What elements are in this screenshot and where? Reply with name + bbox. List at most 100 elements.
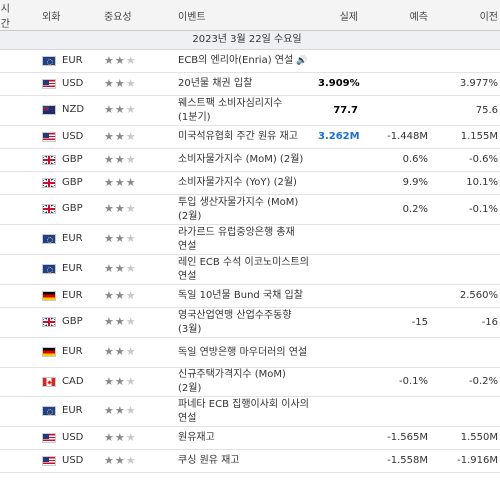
event-name[interactable]: ECB의 엔리아(Enria) 연설 🔊 bbox=[174, 49, 314, 73]
event-currency: EUR bbox=[14, 49, 100, 73]
event-name-text[interactable]: 영국산업연맹 산업수주동향 (3월) bbox=[178, 310, 292, 335]
event-row[interactable]: 0GBP★★★투입 생산자물가지수 (MoM) (2월)0.2%-0.1% bbox=[0, 194, 500, 225]
event-row[interactable]: 0GBP★★★소비자물가지수 (YoY) (2월)9.9%10.1% bbox=[0, 171, 500, 195]
event-importance: ★★★ bbox=[100, 148, 174, 172]
event-importance: ★★★ bbox=[100, 194, 174, 225]
event-row[interactable]: 0USD★★★쿠싱 원유 재고-1.558M-1.916M bbox=[0, 449, 500, 473]
importance-stars: ★★★ bbox=[104, 345, 137, 358]
importance-stars: ★★★ bbox=[104, 103, 137, 116]
star-icon: ★ bbox=[104, 76, 115, 90]
event-row[interactable]: 0USD★★★20년물 채권 입찰3.909%3.977% bbox=[0, 72, 500, 96]
event-name[interactable]: 원유재고 bbox=[174, 426, 314, 450]
header-previous[interactable]: 이전 bbox=[432, 0, 500, 31]
star-icon: ★ bbox=[114, 175, 126, 189]
event-row[interactable]: 0EUR★★★독일 10년물 Bund 국채 입찰2.560% bbox=[0, 284, 500, 308]
star-icon: ★ bbox=[125, 129, 137, 143]
event-name-text[interactable]: 파네타 ECB 집행이사회 이사의 연설 bbox=[178, 399, 309, 424]
header-importance[interactable]: 중요성 bbox=[100, 0, 174, 31]
header-actual[interactable]: 실제 bbox=[314, 0, 362, 31]
event-name[interactable]: 독일 10년물 Bund 국채 입찰 bbox=[174, 284, 314, 308]
event-forecast bbox=[362, 254, 432, 285]
deu-flag-icon bbox=[42, 290, 56, 301]
event-actual bbox=[314, 367, 362, 397]
event-row[interactable]: 0GBP★★★영국산업연맹 산업수주동향 (3월)-15-16 bbox=[0, 307, 500, 338]
event-actual bbox=[314, 396, 362, 427]
event-row[interactable]: 5EUR★★★라가르드 유럽중앙은행 총재 연설 bbox=[0, 224, 500, 255]
event-row[interactable]: 0EUR★★★ECB의 엔리아(Enria) 연설🔊 bbox=[0, 49, 500, 73]
importance-stars: ★★★ bbox=[104, 262, 137, 275]
event-previous: -1.916M bbox=[432, 449, 500, 473]
gbp-flag-icon bbox=[42, 317, 56, 327]
currency-code: GBP bbox=[62, 316, 83, 327]
star-icon: ★ bbox=[114, 53, 126, 67]
event-currency: USD bbox=[14, 125, 100, 149]
event-importance: ★★★ bbox=[100, 426, 174, 450]
header-currency[interactable]: 외화 bbox=[14, 0, 100, 31]
star-icon: ★ bbox=[104, 374, 115, 388]
event-name[interactable]: 신규주택가격지수 (MoM) (2월) bbox=[174, 367, 314, 397]
event-name-text[interactable]: 20년물 채권 입찰 bbox=[178, 78, 252, 89]
event-name[interactable]: 웨스트팩 소비자심리지수 (1분기) bbox=[174, 95, 314, 126]
star-icon: ★ bbox=[114, 345, 126, 358]
event-actual bbox=[314, 449, 362, 473]
event-name[interactable]: 소비자물가지수 (YoY) (2월) bbox=[174, 171, 314, 195]
header-time[interactable]: 시간 bbox=[0, 0, 14, 31]
event-time: 0 bbox=[0, 449, 14, 473]
star-icon: ★ bbox=[125, 315, 137, 328]
cad-flag-icon bbox=[42, 376, 56, 387]
star-icon: ★ bbox=[114, 404, 126, 417]
event-forecast bbox=[362, 95, 432, 126]
importance-stars: ★★★ bbox=[104, 375, 137, 388]
star-icon: ★ bbox=[104, 232, 115, 245]
event-name[interactable]: 20년물 채권 입찰 bbox=[174, 72, 314, 96]
event-time: 0 bbox=[0, 125, 14, 149]
event-name-text[interactable]: 투입 생산자물가지수 (MoM) (2월) bbox=[178, 197, 298, 222]
event-name[interactable]: 영국산업연맹 산업수주동향 (3월) bbox=[174, 307, 314, 338]
event-row[interactable]: 5EUR★★★파네타 ECB 집행이사회 이사의 연설 bbox=[0, 396, 500, 427]
event-name[interactable]: 소비자물가지수 (MoM) (2월) bbox=[174, 148, 314, 172]
event-actual bbox=[314, 224, 362, 255]
event-name-text[interactable]: 소비자물가지수 (MoM) (2월) bbox=[178, 154, 303, 165]
event-actual bbox=[314, 284, 362, 308]
event-forecast bbox=[362, 337, 432, 368]
event-name-text[interactable]: 미국석유협회 주간 원유 재고 bbox=[178, 131, 298, 142]
star-icon: ★ bbox=[125, 262, 137, 275]
event-previous: -0.6% bbox=[432, 148, 500, 172]
event-row[interactable]: 0NZD★★★웨스트팩 소비자심리지수 (1분기)77.775.6 bbox=[0, 95, 500, 126]
event-time: 5 bbox=[0, 337, 14, 368]
event-name[interactable]: 투입 생산자물가지수 (MoM) (2월) bbox=[174, 194, 314, 225]
currency-code: EUR bbox=[62, 346, 83, 357]
event-name-text[interactable]: 웨스트팩 소비자심리지수 (1분기) bbox=[178, 98, 282, 123]
header-forecast[interactable]: 예측 bbox=[362, 0, 432, 31]
event-name[interactable]: 라가르드 유럽중앙은행 총재 연설 bbox=[174, 224, 314, 255]
event-name-text[interactable]: 레인 ECB 수석 이코노미스트의 연설 bbox=[178, 257, 309, 282]
event-name[interactable]: 독일 연방은행 마우더러의 연설 bbox=[174, 337, 314, 368]
event-time: 5 bbox=[0, 396, 14, 427]
event-name[interactable]: 파네타 ECB 집행이사회 이사의 연설 bbox=[174, 396, 314, 427]
event-row[interactable]: 0CAD★★★신규주택가격지수 (MoM) (2월)-0.1%-0.2% bbox=[0, 367, 500, 397]
event-name-text[interactable]: ECB의 엔리아(Enria) 연설 bbox=[178, 55, 293, 66]
event-row[interactable]: 0USD★★★미국석유협회 주간 원유 재고3.262M-1.448M1.155… bbox=[0, 125, 500, 149]
star-icon: ★ bbox=[114, 103, 126, 116]
event-name-text[interactable]: 신규주택가격지수 (MoM) (2월) bbox=[178, 369, 286, 394]
event-name-text[interactable]: 쿠싱 원유 재고 bbox=[178, 455, 240, 466]
event-row[interactable]: 0USD★★★원유재고-1.565M1.550M bbox=[0, 426, 500, 450]
event-name-text[interactable]: 독일 연방은행 마우더러의 연설 bbox=[178, 347, 307, 358]
event-name[interactable]: 미국석유협회 주간 원유 재고 bbox=[174, 125, 314, 149]
currency-code: EUR bbox=[62, 289, 83, 301]
header-event[interactable]: 이벤트 bbox=[174, 0, 314, 31]
currency-code: CAD bbox=[62, 375, 84, 387]
event-name[interactable]: 쿠싱 원유 재고 bbox=[174, 449, 314, 473]
event-name-text[interactable]: 독일 10년물 Bund 국채 입찰 bbox=[178, 290, 303, 301]
event-row[interactable]: 0GBP★★★소비자물가지수 (MoM) (2월)0.6%-0.6% bbox=[0, 148, 500, 172]
event-previous bbox=[432, 254, 500, 285]
event-name-text[interactable]: 소비자물가지수 (YoY) (2월) bbox=[178, 177, 297, 188]
event-name-text[interactable]: 라가르드 유럽중앙은행 총재 연설 bbox=[178, 227, 295, 252]
event-actual bbox=[314, 254, 362, 285]
event-row[interactable]: 5 EUR ★★★ 독일 연방은행 마우더러의 연설 bbox=[0, 337, 500, 368]
star-icon: ★ bbox=[114, 453, 126, 467]
event-name-text[interactable]: 원유재고 bbox=[178, 432, 215, 443]
star-icon: ★ bbox=[114, 315, 126, 328]
event-name[interactable]: 레인 ECB 수석 이코노미스트의 연설 bbox=[174, 254, 314, 285]
event-row[interactable]: 0EUR★★★레인 ECB 수석 이코노미스트의 연설 bbox=[0, 254, 500, 285]
